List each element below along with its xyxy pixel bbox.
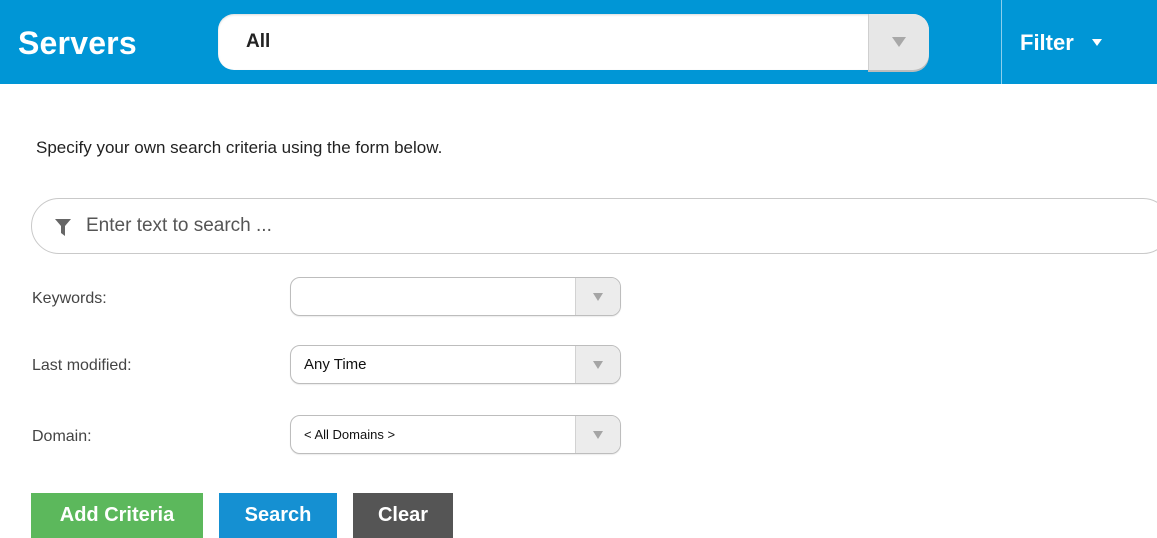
add-criteria-button[interactable]: Add Criteria: [31, 493, 203, 538]
domain-value: < All Domains >: [304, 427, 396, 442]
filter-button[interactable]: Filter: [1002, 0, 1157, 84]
search-placeholder: Enter text to search ...: [86, 215, 272, 236]
page-title: Servers: [18, 25, 137, 61]
filter-label: Filter: [1020, 30, 1074, 55]
clear-button[interactable]: Clear: [353, 493, 453, 538]
search-input[interactable]: Enter text to search ...: [31, 198, 1157, 254]
intro-text: Specify your own search criteria using t…: [36, 138, 443, 157]
keywords-label: Keywords:: [32, 290, 107, 307]
last-modified-select[interactable]: Any Time: [290, 345, 621, 384]
view-select[interactable]: All: [218, 14, 929, 70]
view-select-value: All: [246, 31, 271, 52]
page: Servers All Filter Specify your own sear…: [0, 0, 1157, 538]
chevron-down-icon[interactable]: [575, 278, 620, 315]
chevron-down-icon[interactable]: [575, 416, 620, 453]
chevron-down-icon[interactable]: [868, 14, 929, 70]
search-button[interactable]: Search: [219, 493, 337, 538]
last-modified-value: Any Time: [304, 356, 367, 373]
chevron-down-icon[interactable]: [575, 346, 620, 383]
caret-down-icon: [1092, 39, 1102, 46]
domain-select[interactable]: < All Domains >: [290, 415, 621, 454]
top-bar: Servers All Filter: [0, 0, 1157, 84]
keywords-select[interactable]: [290, 277, 621, 316]
last-modified-label: Last modified:: [32, 357, 132, 374]
domain-label: Domain:: [32, 428, 92, 445]
filter-funnel-icon: [55, 219, 71, 236]
